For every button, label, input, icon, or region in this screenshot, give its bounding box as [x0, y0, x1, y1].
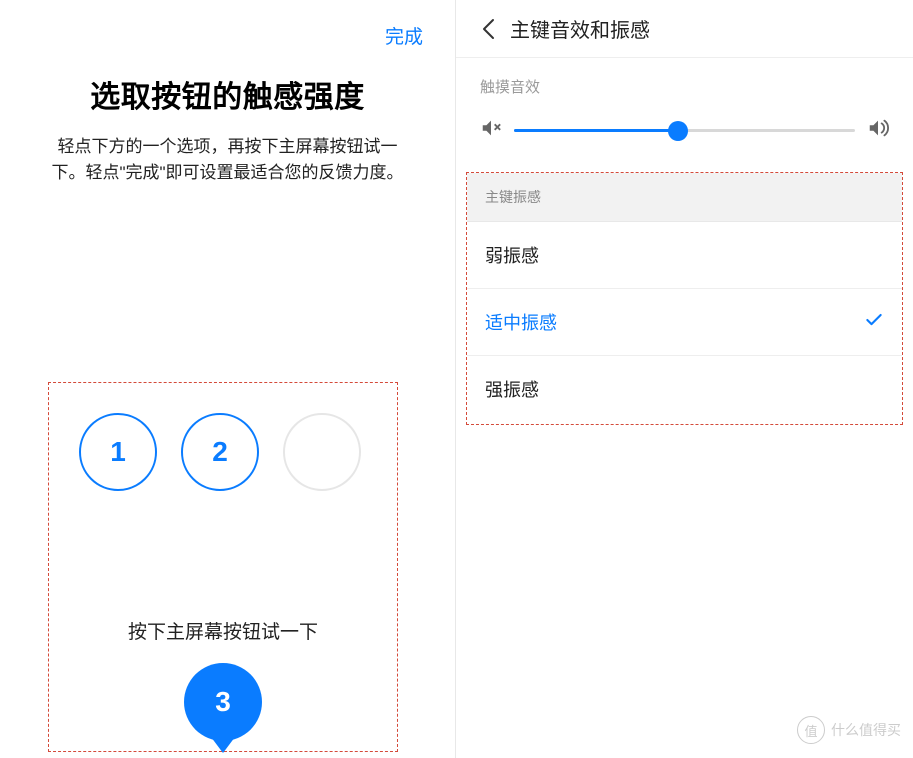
slider-thumb[interactable] [668, 121, 688, 141]
haptic-setup-screen: 完成 选取按钮的触感强度 轻点下方的一个选项，再按下主屏幕按钮试一下。轻点"完成… [0, 0, 456, 758]
header-title: 主键音效和振感 [510, 14, 650, 43]
option-label: 适中振感 [485, 309, 557, 335]
check-icon [864, 310, 884, 335]
haptic-options-row: 1 2 [49, 383, 397, 491]
haptic-option-1[interactable]: 1 [79, 413, 157, 491]
vibration-section-header: 主键振感 [467, 173, 902, 222]
done-button[interactable]: 完成 [385, 22, 423, 49]
vibration-option-medium[interactable]: 适中振感 [467, 289, 902, 356]
vibration-option-weak[interactable]: 弱振感 [467, 222, 902, 289]
option-label: 强振感 [485, 376, 539, 402]
press-hint-text: 按下主屏幕按钮试一下 [49, 617, 397, 644]
header-bar: 主键音效和振感 [456, 0, 913, 58]
watermark-badge-icon: 值 [797, 716, 825, 744]
volume-slider[interactable] [514, 129, 855, 132]
vibration-option-strong[interactable]: 强振感 [467, 356, 902, 422]
haptic-option-empty[interactable] [283, 413, 361, 491]
back-icon[interactable] [474, 15, 502, 43]
touch-sound-label: 触摸音效 [456, 58, 913, 111]
volume-slider-row [456, 111, 913, 168]
haptic-option-3-selected[interactable]: 3 [184, 663, 262, 741]
highlight-box: 1 2 按下主屏幕按钮试一下 3 [48, 382, 398, 752]
watermark-text: 什么值得买 [831, 720, 901, 740]
haptic-option-2[interactable]: 2 [181, 413, 259, 491]
option-label: 弱振感 [485, 242, 539, 268]
volume-mute-icon [480, 117, 502, 144]
page-description: 轻点下方的一个选项，再按下主屏幕按钮试一下。轻点"完成"即可设置最适合您的反馈力… [0, 134, 455, 187]
volume-max-icon [867, 117, 889, 144]
home-key-settings-screen: 主键音效和振感 触摸音效 主键振感 弱振感 适中振感 [456, 0, 913, 758]
vibration-highlight-box: 主键振感 弱振感 适中振感 强振感 [466, 172, 903, 425]
page-title: 选取按钮的触感强度 [0, 72, 455, 116]
slider-fill [514, 129, 678, 132]
watermark: 值 什么值得买 [797, 716, 901, 744]
